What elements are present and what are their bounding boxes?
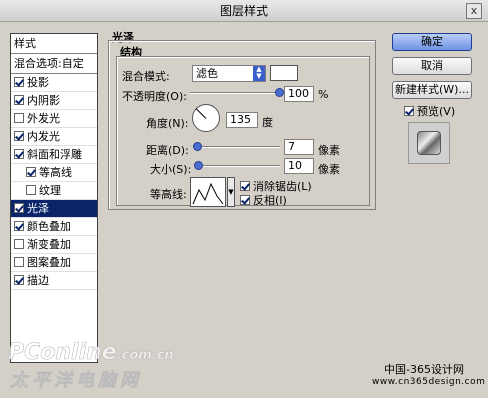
contour-curve-icon [192,182,224,205]
opacity-slider-thumb[interactable] [275,88,284,97]
style-list-item[interactable]: 纹理 [11,182,97,200]
style-list-item[interactable]: 光泽 [11,200,97,218]
opacity-label: 不透明度(O): [122,90,187,103]
watermark-brand-suffix: .com.cn [116,348,174,364]
select-arrows-icon: ▲ ▼ [253,66,265,81]
distance-unit: 像素 [318,144,340,157]
style-checkbox[interactable] [26,167,36,177]
opacity-input[interactable]: 100 [284,86,314,102]
title-bar: 图层样式 x [0,0,488,22]
chevron-down-icon: ▼ [228,188,234,196]
distance-label: 距离(D): [146,144,189,157]
angle-needle-icon [195,108,207,119]
style-list-item[interactable]: 渐变叠加 [11,236,97,254]
ok-button[interactable]: 确定 [392,33,472,51]
style-list-label: 斜面和浮雕 [27,148,82,161]
size-label: 大小(S): [150,163,192,176]
style-checkbox[interactable] [14,131,24,141]
angle-unit: 度 [262,116,273,129]
angle-label: 角度(N): [146,117,189,130]
blend-mode-select[interactable]: 滤色 ▲ ▼ [192,65,266,82]
close-button[interactable]: x [466,3,482,19]
style-checkbox[interactable] [14,77,24,87]
style-list-label: 描边 [27,274,49,287]
invert-checkbox[interactable] [240,195,250,205]
style-checkbox[interactable] [14,149,24,159]
preview-checkbox[interactable] [404,106,414,116]
style-checkbox[interactable] [14,221,24,231]
distance-slider-track[interactable] [196,146,280,148]
preview-option[interactable]: 预览(V) [404,103,455,119]
style-checkbox[interactable] [14,275,24,285]
watermark-brand-text: PConline [8,340,117,366]
style-list-item[interactable]: 混合选项:自定 [11,54,97,74]
style-list-label: 混合选项:自定 [14,57,84,70]
style-checkbox[interactable] [14,203,24,213]
blend-mode-value: 滤色 [196,67,218,80]
style-list-label: 内阴影 [27,94,60,107]
window-title: 图层样式 [219,4,268,18]
style-checkbox[interactable] [14,113,24,123]
style-list-label: 图案叠加 [27,256,71,269]
invert-option[interactable]: 反相(I) [240,192,287,208]
size-unit: 像素 [318,163,340,176]
style-checkbox[interactable] [14,239,24,249]
style-list-item[interactable]: 投影 [11,74,97,92]
style-list: 样式混合选项:自定投影内阴影外发光内发光斜面和浮雕等高线纹理光泽颜色叠加渐变叠加… [10,33,98,363]
distance-input[interactable]: 7 [284,139,314,155]
style-list-label: 外发光 [27,112,60,125]
style-checkbox[interactable] [14,95,24,105]
antialias-checkbox[interactable] [240,181,250,191]
style-list-label: 纹理 [39,184,61,197]
invert-label: 反相(I) [253,194,287,207]
watermark-site-url: www.cn365design.com [372,377,486,387]
watermark-brand-cn: 太平洋电脑网 [10,370,142,392]
style-list-item[interactable]: 描边 [11,272,97,290]
style-list-label: 颜色叠加 [27,220,71,233]
angle-dial[interactable] [192,104,220,132]
style-list-item[interactable]: 图案叠加 [11,254,97,272]
style-list-item[interactable]: 颜色叠加 [11,218,97,236]
new-style-button[interactable]: 新建样式(W)... [392,81,472,99]
style-list-label: 渐变叠加 [27,238,71,251]
contour-dropdown-button[interactable]: ▼ [227,177,235,207]
angle-input[interactable]: 135 [226,112,258,128]
style-list-item[interactable]: 样式 [11,34,97,54]
size-slider-track[interactable] [196,165,280,167]
blend-mode-label: 混合模式: [122,70,170,83]
size-input[interactable]: 10 [284,158,314,174]
preview-swatch [417,131,441,155]
style-checkbox[interactable] [26,185,36,195]
style-list-label: 等高线 [39,166,72,179]
contour-preview[interactable] [190,177,226,207]
style-list-item[interactable]: 等高线 [11,164,97,182]
style-list-item[interactable]: 斜面和浮雕 [11,146,97,164]
style-checkbox[interactable] [14,257,24,267]
close-icon: x [470,4,478,17]
preview-label: 预览(V) [417,105,456,118]
style-list-label: 内发光 [27,130,60,143]
style-list-item[interactable]: 内阴影 [11,92,97,110]
watermark-site-cn: 中国-365设计网 [384,363,464,376]
style-list-item[interactable]: 内发光 [11,128,97,146]
style-preview-thumbnail [408,122,450,164]
blend-color-swatch[interactable] [270,65,298,81]
opacity-unit: % [318,88,329,101]
cancel-button[interactable]: 取消 [392,57,472,75]
style-list-label: 光泽 [27,202,49,215]
opacity-slider-track[interactable] [190,92,280,94]
style-list-label: 投影 [27,76,49,89]
style-list-item[interactable]: 外发光 [11,110,97,128]
contour-label: 等高线: [150,188,187,201]
style-list-label: 样式 [14,37,36,50]
watermark-brand: PConline.com.cn [8,340,174,366]
